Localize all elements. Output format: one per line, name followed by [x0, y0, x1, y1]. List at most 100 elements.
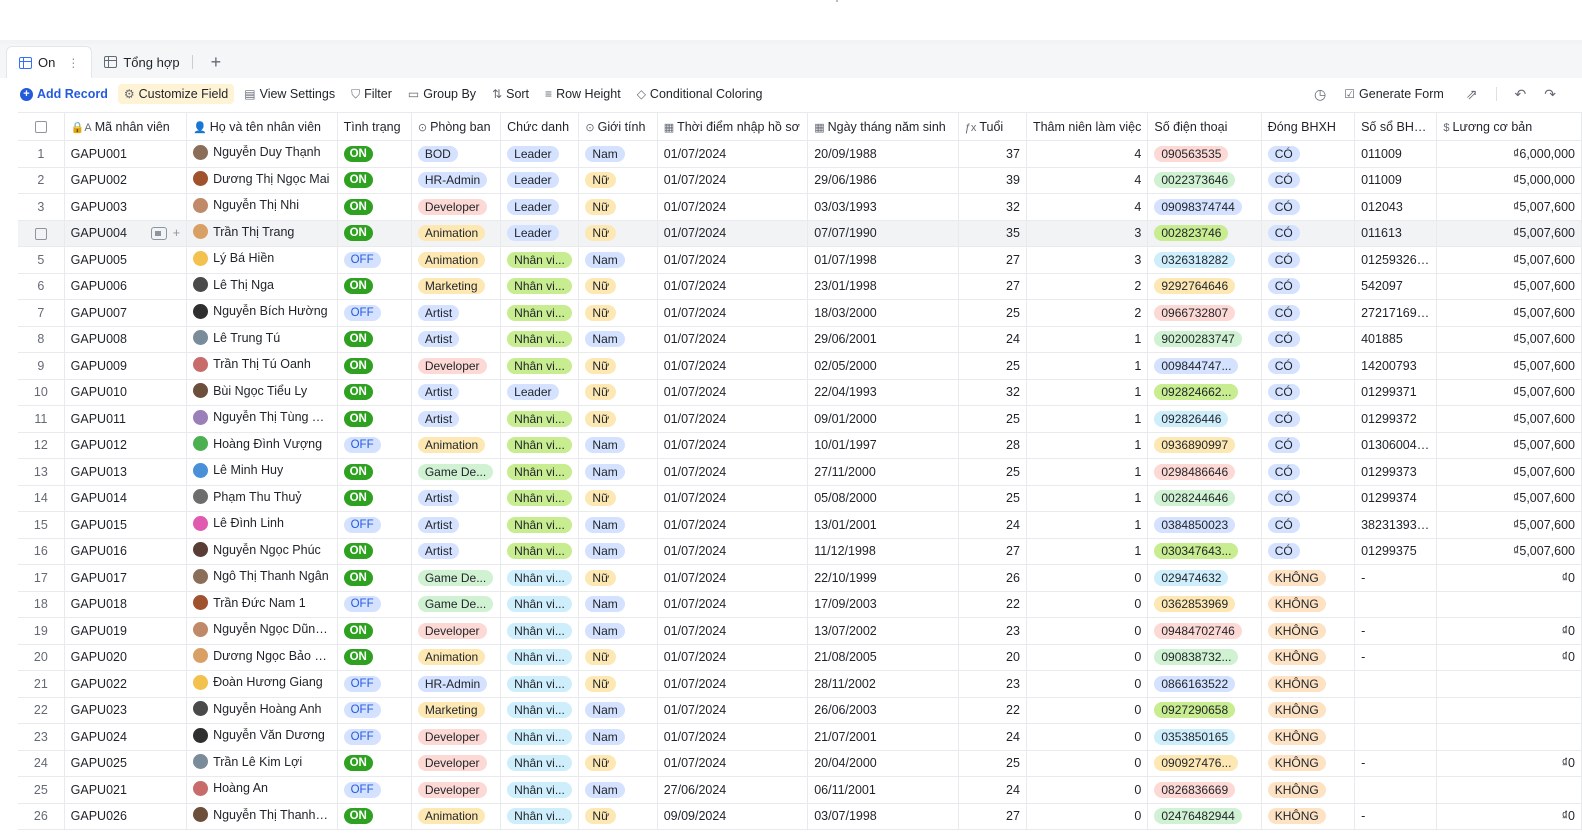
cell-ngay-sinh[interactable]: 02/05/2000 — [807, 352, 959, 380]
cell-tinh-trang[interactable]: ON — [337, 405, 412, 433]
cell-tham-nien[interactable]: 0 — [1026, 776, 1149, 804]
cell-so-so-bhxh[interactable] — [1354, 776, 1438, 804]
cell-phong-ban[interactable]: Marketing — [411, 273, 502, 300]
cell-tinh-trang[interactable]: ON — [337, 273, 412, 300]
cell-phong-ban[interactable]: Animation — [411, 246, 502, 274]
cell-ma-nhan-vien[interactable]: GAPU023 — [64, 697, 188, 724]
cell-thoi-diem-nhap[interactable]: 01/07/2024 — [657, 538, 809, 565]
cell-ngay-sinh[interactable]: 01/07/1998 — [807, 246, 959, 274]
cell-phong-ban[interactable]: Developer — [411, 723, 502, 751]
cell-ho-ten[interactable]: Nguyễn Thị Nhi — [186, 193, 338, 221]
cell-chuc-danh[interactable]: Nhân vi... — [500, 591, 580, 618]
column-header-cd[interactable]: Chức danh — [500, 112, 580, 141]
cell-dong-bhxh[interactable]: KHÔNG — [1261, 750, 1356, 777]
cell-phong-ban[interactable]: Artist — [411, 538, 502, 565]
cell-so-dien-thoai[interactable]: 090563535 — [1147, 140, 1262, 168]
row-checkbox[interactable] — [34, 227, 47, 240]
cell-ma-nhan-vien[interactable]: GAPU020 — [64, 644, 188, 671]
cell-thoi-diem-nhap[interactable]: 01/07/2024 — [657, 564, 809, 592]
cell-so-so-bhxh[interactable] — [1354, 723, 1438, 751]
cell-luong-co-ban[interactable]: ₫5,007,600 — [1436, 432, 1582, 459]
cell-ho-ten[interactable]: Nguyễn Bích Hường — [186, 299, 338, 327]
cell-gioi-tinh[interactable]: Nữ — [578, 485, 658, 512]
cell-ngay-sinh[interactable]: 23/01/1998 — [807, 273, 959, 300]
cell-ma-nhan-vien[interactable]: GAPU003 — [64, 193, 188, 221]
cell-tham-nien[interactable]: 4 — [1026, 193, 1149, 221]
cell-dong-bhxh[interactable]: CÓ — [1261, 193, 1356, 221]
cell-phong-ban[interactable]: Animation — [411, 432, 502, 459]
cell-ho-ten[interactable]: Trần Lê Kim Lợi — [186, 750, 338, 777]
history-icon[interactable]: ◷ — [1308, 86, 1332, 103]
cell-ngay-sinh[interactable]: 03/03/1993 — [807, 193, 959, 221]
cell-gioi-tinh[interactable]: Nữ — [578, 670, 658, 698]
cell-tuoi[interactable]: 39 — [958, 167, 1027, 194]
tab-on[interactable]: On ⋮ — [6, 46, 93, 78]
cell-luong-co-ban[interactable]: ₫0 — [1436, 617, 1582, 645]
cell-so-dien-thoai[interactable]: 0362853969 — [1147, 591, 1262, 618]
cell-chuc-danh[interactable]: Nhân vi... — [500, 644, 580, 671]
cell-tuoi[interactable]: 24 — [958, 723, 1027, 751]
table-row[interactable]: 9 GAPU009 Trần Thị Tú Oanh ON Developer Nhân … — [18, 352, 1582, 380]
conditional-coloring-button[interactable]: ◇ Conditional Coloring — [631, 84, 769, 104]
cell-thoi-diem-nhap[interactable]: 01/07/2024 — [657, 273, 809, 300]
cell-ho-ten[interactable]: Nguyễn Hoàng Anh — [186, 697, 338, 724]
cell-so-dien-thoai[interactable]: 090927476... — [1147, 750, 1262, 777]
cell-chuc-danh[interactable]: Nhân vi... — [500, 776, 580, 804]
table-row[interactable]: 14 GAPU014 Phạm Thu Thuỷ ON Artist Nhân vi...… — [18, 485, 1582, 512]
cell-tham-nien[interactable]: 0 — [1026, 617, 1149, 645]
cell-ngay-sinh[interactable]: 03/07/1998 — [807, 803, 959, 830]
cell-thoi-diem-nhap[interactable]: 01/07/2024 — [657, 352, 809, 380]
cell-gioi-tinh[interactable]: Nam — [578, 246, 658, 274]
cell-ma-nhan-vien[interactable]: GAPU026 — [64, 803, 188, 830]
cell-ngay-sinh[interactable]: 22/10/1999 — [807, 564, 959, 592]
cell-tinh-trang[interactable]: ON — [337, 167, 412, 194]
cell-so-so-bhxh[interactable]: - — [1354, 617, 1438, 645]
cell-so-so-bhxh[interactable]: 542097 — [1354, 273, 1438, 300]
table-row[interactable]: 1 GAPU001 Nguyễn Duy Thạnh ON BOD Leader Nam 01… — [18, 140, 1582, 168]
cell-ma-nhan-vien[interactable]: GAPU012 — [64, 432, 188, 459]
cell-ma-nhan-vien[interactable]: GAPU011 — [64, 405, 188, 433]
cell-tinh-trang[interactable]: ON — [337, 803, 412, 830]
cell-chuc-danh[interactable]: Leader — [500, 379, 580, 406]
cell-tinh-trang[interactable]: OFF — [337, 511, 412, 539]
cell-tinh-trang[interactable]: OFF — [337, 299, 412, 327]
cell-so-dien-thoai[interactable]: 002823746 — [1147, 220, 1262, 247]
cell-luong-co-ban[interactable]: ₫5,007,600 — [1436, 405, 1582, 433]
cell-tuoi[interactable]: 23 — [958, 617, 1027, 645]
table-row[interactable]: 10 GAPU010 Bùi Ngọc Tiểu Ly ON Artist Leader N… — [18, 379, 1582, 406]
cell-so-dien-thoai[interactable]: 029474632 — [1147, 564, 1262, 592]
cell-tuoi[interactable]: 27 — [958, 246, 1027, 274]
column-header-bhxh[interactable]: Đóng BHXH — [1261, 112, 1356, 141]
cell-ma-nhan-vien[interactable]: GAPU019 — [64, 617, 188, 645]
cell-tinh-trang[interactable]: ON — [337, 644, 412, 671]
cell-chuc-danh[interactable]: Nhân vi... — [500, 432, 580, 459]
cell-so-so-bhxh[interactable]: - — [1354, 750, 1438, 777]
cell-ngay-sinh[interactable]: 21/07/2001 — [807, 723, 959, 751]
cell-tuoi[interactable]: 25 — [958, 405, 1027, 433]
table-row[interactable]: 18 GAPU018 Trần Đức Nam 1 OFF Game De... Nhân… — [18, 591, 1582, 618]
cell-gioi-tinh[interactable]: Nữ — [578, 405, 658, 433]
cell-ho-ten[interactable]: Nguyễn Văn Dương — [186, 723, 338, 751]
table-row[interactable]: 15 GAPU015 Lê Đình Linh OFF Artist Nhân vi...… — [18, 511, 1582, 539]
cell-phong-ban[interactable]: Developer — [411, 193, 502, 221]
cell-luong-co-ban[interactable]: ₫5,007,600 — [1436, 273, 1582, 300]
cell-gioi-tinh[interactable]: Nữ — [578, 167, 658, 194]
cell-dong-bhxh[interactable]: KHÔNG — [1261, 644, 1356, 671]
cell-tham-nien[interactable]: 3 — [1026, 246, 1149, 274]
cell-so-dien-thoai[interactable]: 092824662... — [1147, 379, 1262, 406]
table-row[interactable]: 5 GAPU005 Lý Bá Hiền OFF Animation Nhân vi...… — [18, 246, 1582, 274]
cell-luong-co-ban[interactable]: ₫0 — [1436, 750, 1582, 777]
column-header-sdt[interactable]: Số điện thoại — [1147, 112, 1262, 141]
cell-dong-bhxh[interactable]: KHÔNG — [1261, 776, 1356, 804]
cell-tinh-trang[interactable]: OFF — [337, 432, 412, 459]
cell-luong-co-ban[interactable]: ₫5,007,600 — [1436, 511, 1582, 539]
cell-so-so-bhxh[interactable]: 01299374 — [1354, 485, 1438, 512]
cell-so-dien-thoai[interactable]: 02476482944 — [1147, 803, 1262, 830]
cell-thoi-diem-nhap[interactable]: 09/09/2024 — [657, 803, 809, 830]
cell-ho-ten[interactable]: Nguyễn Ngọc Phúc — [186, 538, 338, 565]
column-header-tuoi[interactable]: ƒx Tuổi — [958, 112, 1027, 141]
cell-gioi-tinh[interactable]: Nữ — [578, 644, 658, 671]
view-settings-button[interactable]: ▤ View Settings — [238, 84, 341, 104]
cell-dong-bhxh[interactable]: CÓ — [1261, 432, 1356, 459]
cell-so-dien-thoai[interactable]: 0826836669 — [1147, 776, 1262, 804]
